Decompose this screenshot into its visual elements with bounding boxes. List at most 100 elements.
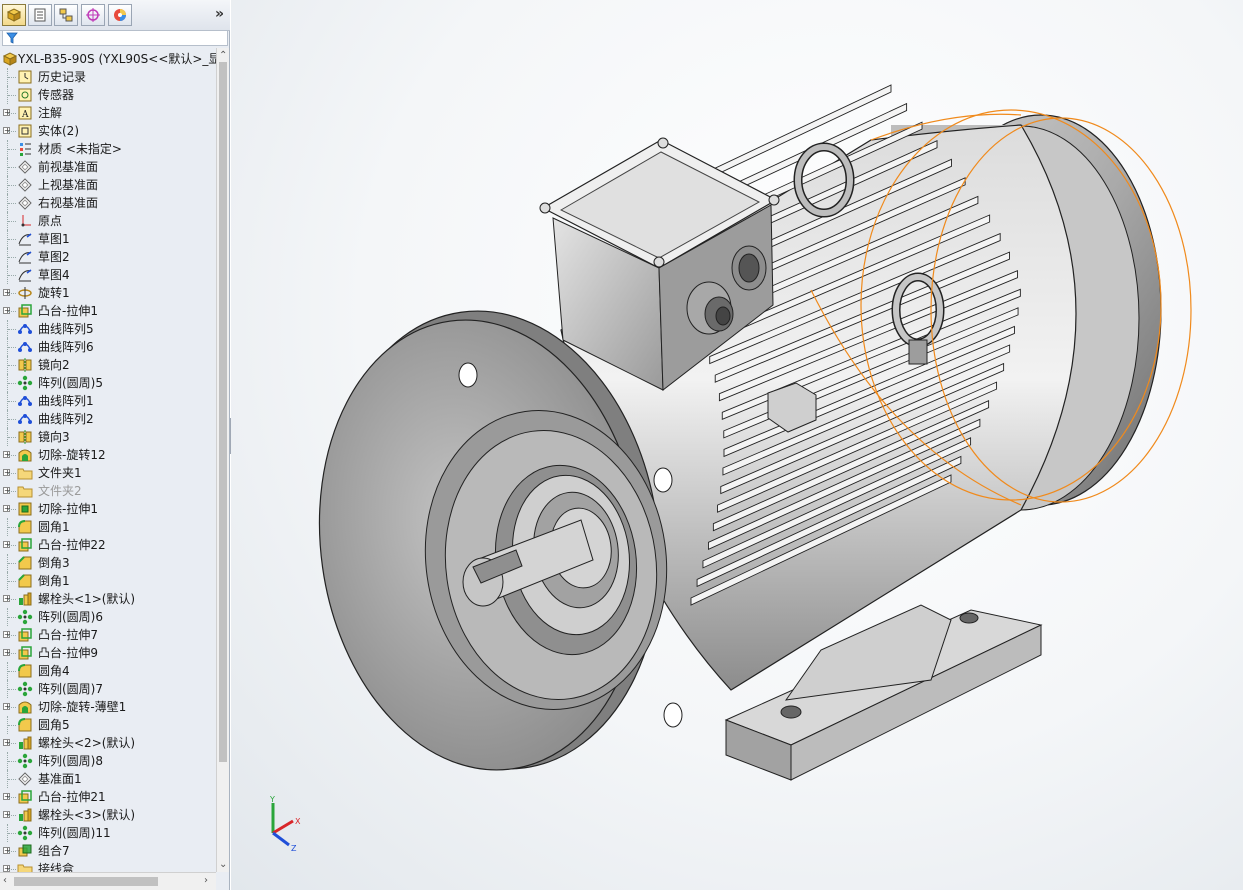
tree-item[interactable]: 圆角5 <box>0 716 216 734</box>
tree-connector <box>8 167 16 168</box>
tree-item[interactable]: 曲线阵列5 <box>0 320 216 338</box>
sketch-icon <box>18 251 32 264</box>
horizontal-scroll-thumb[interactable] <box>14 877 158 886</box>
tree-item[interactable]: 草图4 <box>0 266 216 284</box>
cut-revolve-icon <box>18 701 32 714</box>
tree-item[interactable]: 传感器 <box>0 86 216 104</box>
tree-item-label: 草图1 <box>38 232 70 246</box>
tree-connector <box>8 77 16 78</box>
feature-manager-tab[interactable] <box>2 4 26 26</box>
tree-item[interactable]: + 旋转1 <box>0 284 216 302</box>
tree-vertical-scrollbar[interactable]: ⌃ ⌄ <box>216 48 229 872</box>
tree-item[interactable]: 材质 <未指定> <box>0 140 216 158</box>
tree-item-label: 实体(2) <box>38 124 79 138</box>
tree-item[interactable]: 曲线阵列2 <box>0 410 216 428</box>
tree-item[interactable]: 基准面1 <box>0 770 216 788</box>
solid-bodies-icon <box>18 124 32 138</box>
tree-item[interactable]: + 接线盒 <box>0 860 216 872</box>
tree-item[interactable]: + 凸台-拉伸22 <box>0 536 216 554</box>
tree-connector <box>8 347 16 348</box>
scroll-left-icon[interactable]: ‹ <box>3 875 7 886</box>
property-manager-tab[interactable] <box>28 4 52 26</box>
tree-item[interactable]: + 螺栓头<2>(默认) <box>0 734 216 752</box>
tree-item[interactable]: 草图2 <box>0 248 216 266</box>
tree-item[interactable]: + 文件夹1 <box>0 464 216 482</box>
filter-icon <box>6 32 18 44</box>
display-manager-icon <box>114 9 126 21</box>
vertical-scroll-thumb[interactable] <box>219 62 227 762</box>
display-manager-tab[interactable] <box>108 4 132 26</box>
tree-item[interactable]: + 凸台-拉伸1 <box>0 302 216 320</box>
configuration-manager-tab[interactable] <box>54 4 78 26</box>
motor-model[interactable] <box>231 0 1243 890</box>
tree-item[interactable]: + A 注解 <box>0 104 216 122</box>
tree-item[interactable]: 阵列(圆周)11 <box>0 824 216 842</box>
tree-connector <box>8 563 16 564</box>
tree-item[interactable]: 圆角1 <box>0 518 216 536</box>
tree-item[interactable]: + 切除-旋转-薄壁1 <box>0 698 216 716</box>
tree-connector <box>8 671 16 672</box>
tree-item[interactable]: 阵列(圆周)7 <box>0 680 216 698</box>
tree-item[interactable]: + 切除-旋转12 <box>0 446 216 464</box>
tree-item[interactable]: 草图1 <box>0 230 216 248</box>
configuration-icon <box>59 8 73 22</box>
extrude-icon <box>18 304 32 318</box>
tree-item[interactable]: 曲线阵列1 <box>0 392 216 410</box>
tree-item[interactable]: + 组合7 <box>0 842 216 860</box>
tree-item-label: 切除-旋转12 <box>38 448 106 462</box>
extrude-icon <box>18 538 32 552</box>
tree-item-label: 圆角1 <box>38 520 70 534</box>
scroll-right-icon[interactable]: › <box>204 875 208 886</box>
scroll-down-icon[interactable]: ⌄ <box>219 859 227 870</box>
tree-filter-input[interactable] <box>2 30 228 46</box>
tree-item-label: 文件夹1 <box>38 466 82 480</box>
tree-item[interactable]: + 凸台-拉伸7 <box>0 626 216 644</box>
tree-connector <box>8 149 16 150</box>
tree-connector <box>8 581 16 582</box>
tree-item-label: 前视基准面 <box>38 160 99 174</box>
tree-item[interactable]: 上视基准面 <box>0 176 216 194</box>
tree-item[interactable]: + 切除-拉伸1 <box>0 500 216 518</box>
tree-root-part[interactable]: YXL-B35-90S (YXL90S<<默认>_显 <box>0 50 216 68</box>
tree-item[interactable]: + 螺栓头<3>(默认) <box>0 806 216 824</box>
property-manager-icon <box>34 8 46 22</box>
curve-pattern-icon <box>18 342 32 352</box>
tree-item[interactable]: 右视基准面 <box>0 194 216 212</box>
tree-item[interactable]: + 凸台-拉伸9 <box>0 644 216 662</box>
tree-horizontal-scrollbar[interactable]: ‹ › <box>0 872 216 890</box>
library-part-icon <box>19 808 32 822</box>
tree-item[interactable]: 阵列(圆周)6 <box>0 608 216 626</box>
tree-item[interactable]: 阵列(圆周)8 <box>0 752 216 770</box>
scroll-up-icon[interactable]: ⌃ <box>219 50 227 61</box>
tree-connector <box>8 869 16 870</box>
tree-item[interactable]: 倒角1 <box>0 572 216 590</box>
fillet-icon <box>18 718 32 732</box>
tree-connector <box>8 527 16 528</box>
tree-item[interactable]: 镜向2 <box>0 356 216 374</box>
tree-connector <box>8 185 16 186</box>
tree-item[interactable]: + 凸台-拉伸21 <box>0 788 216 806</box>
more-tabs-button[interactable]: » <box>215 6 224 22</box>
dimxpert-tab[interactable] <box>81 4 105 26</box>
tree-item[interactable]: 历史记录 <box>0 68 216 86</box>
tree-item-label: 镜向2 <box>38 358 70 372</box>
origin-icon <box>21 215 31 227</box>
plane-icon <box>18 160 32 174</box>
tree-item[interactable]: 曲线阵列6 <box>0 338 216 356</box>
graphics-area[interactable]: Y X Z <box>231 0 1243 890</box>
tree-item[interactable]: 镜向3 <box>0 428 216 446</box>
tree-connector <box>8 725 16 726</box>
plane-icon <box>18 772 32 786</box>
tree-item[interactable]: 原点 <box>0 212 216 230</box>
tree-item[interactable]: + 螺栓头<1>(默认) <box>0 590 216 608</box>
tree-item[interactable]: 倒角3 <box>0 554 216 572</box>
tree-item[interactable]: 前视基准面 <box>0 158 216 176</box>
view-orientation-triad: Y X Z <box>269 795 301 853</box>
plane-icon <box>18 178 32 192</box>
tree-item[interactable]: 阵列(圆周)5 <box>0 374 216 392</box>
tree-item[interactable]: + 文件夹2 <box>0 482 216 500</box>
manager-tab-bar: » <box>0 0 230 31</box>
tree-item[interactable]: 圆角4 <box>0 662 216 680</box>
tree-item[interactable]: + 实体(2) <box>0 122 216 140</box>
circular-pattern-icon <box>17 825 33 841</box>
